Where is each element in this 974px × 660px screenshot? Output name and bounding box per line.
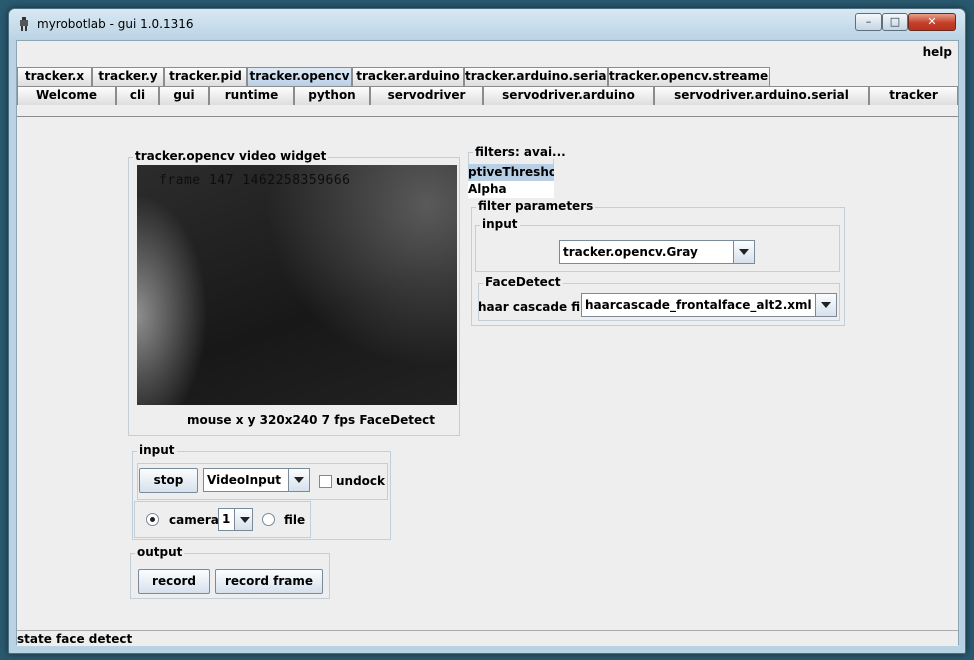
status-bar: state face detect: [17, 630, 958, 646]
video-source-value: VideoInput: [207, 473, 282, 487]
window-title: myrobotlab - gui 1.0.1316: [37, 17, 194, 31]
tab-gui[interactable]: gui: [159, 86, 209, 105]
filter-list-item[interactable]: Alpha: [468, 181, 554, 198]
tab-python[interactable]: python: [294, 86, 370, 105]
stop-button[interactable]: stop: [139, 468, 198, 493]
tab-servodriver[interactable]: servodriver: [370, 86, 483, 105]
camera-radio[interactable]: [146, 513, 159, 526]
cascade-file-select[interactable]: haarcascade_frontalface_alt2.xml: [581, 293, 837, 317]
undock-checkbox[interactable]: [319, 475, 332, 488]
record-frame-button[interactable]: record frame: [215, 569, 323, 594]
file-radio[interactable]: [262, 513, 275, 526]
record-button[interactable]: record: [138, 569, 210, 594]
tab-cli[interactable]: cli: [116, 86, 159, 105]
robot-app-icon: [20, 17, 28, 31]
tab-tracker-arduino[interactable]: tracker.arduino: [352, 67, 464, 86]
tab-tracker-x[interactable]: tracker.x: [17, 67, 92, 86]
maximize-button[interactable]: □: [882, 13, 908, 31]
video-display[interactable]: frame 147 1462258359666: [137, 165, 457, 405]
tab-tracker-pid[interactable]: tracker.pid: [164, 67, 247, 86]
minimize-button[interactable]: –: [855, 13, 882, 31]
facedetect-title: FaceDetect: [483, 275, 563, 289]
camera-index-select[interactable]: 1: [218, 508, 253, 531]
close-button[interactable]: ✕: [908, 13, 956, 31]
file-label: file: [284, 513, 306, 527]
filters-available-title: filters: avai...: [473, 145, 568, 159]
filter-parameters-title: filter parameters: [476, 199, 596, 213]
cascade-label: haar cascade file: [478, 300, 593, 314]
title-bar[interactable]: myrobotlab - gui 1.0.1316 – □ ✕: [9, 9, 965, 39]
app-window: myrobotlab - gui 1.0.1316 – □ ✕ help tra…: [8, 8, 966, 654]
undock-label: undock: [336, 474, 386, 488]
filter-input-value: tracker.opencv.Gray: [563, 245, 698, 259]
filter-input-select[interactable]: tracker.opencv.Gray: [559, 240, 755, 264]
video-status: mouse x y 320x240 7 fps FaceDetect: [187, 413, 436, 427]
camera-index-value: 1: [222, 512, 231, 526]
video-widget-title: tracker.opencv video widget: [133, 149, 329, 163]
chevron-down-icon[interactable]: [288, 469, 309, 491]
tab-tracker-opencv-streamer[interactable]: tracker.opencv.streamer: [608, 67, 770, 86]
chevron-down-icon[interactable]: [234, 509, 252, 530]
chevron-down-icon[interactable]: [815, 294, 836, 316]
menu-bar: help: [17, 41, 958, 63]
tab-welcome[interactable]: Welcome: [17, 86, 116, 105]
tab-servodriver-arduino-serial[interactable]: servodriver.arduino.serial: [654, 86, 869, 105]
chevron-down-icon[interactable]: [733, 241, 754, 263]
tab-tracker[interactable]: tracker: [869, 86, 958, 105]
frame-counter: frame 147 1462258359666: [159, 173, 351, 188]
tab-tracker-opencv[interactable]: tracker.opencv: [247, 67, 352, 86]
help-menu[interactable]: help: [923, 45, 952, 59]
tracker-opencv-panel: tracker.opencv video widget frame 147 14…: [17, 116, 958, 630]
output-group-title: output: [135, 545, 185, 559]
filter-input-title: input: [480, 217, 520, 231]
tab-tracker-arduino-serial[interactable]: tracker.arduino.serial: [464, 67, 608, 86]
filters-list[interactable]: ptiveThreshold Alpha: [468, 164, 554, 198]
tab-runtime[interactable]: runtime: [209, 86, 294, 105]
tab-tracker-y[interactable]: tracker.y: [92, 67, 164, 86]
video-source-select[interactable]: VideoInput: [203, 468, 310, 492]
camera-label: camera: [169, 513, 219, 527]
client-area: help tracker.x tracker.y tracker.pid tra…: [16, 40, 959, 646]
status-text: state face detect: [17, 632, 133, 646]
cascade-file-value: haarcascade_frontalface_alt2.xml: [585, 298, 812, 312]
input-group-title: input: [137, 443, 177, 457]
tab-servodriver-arduino[interactable]: servodriver.arduino: [483, 86, 654, 105]
filter-list-item[interactable]: ptiveThreshold: [468, 164, 554, 181]
